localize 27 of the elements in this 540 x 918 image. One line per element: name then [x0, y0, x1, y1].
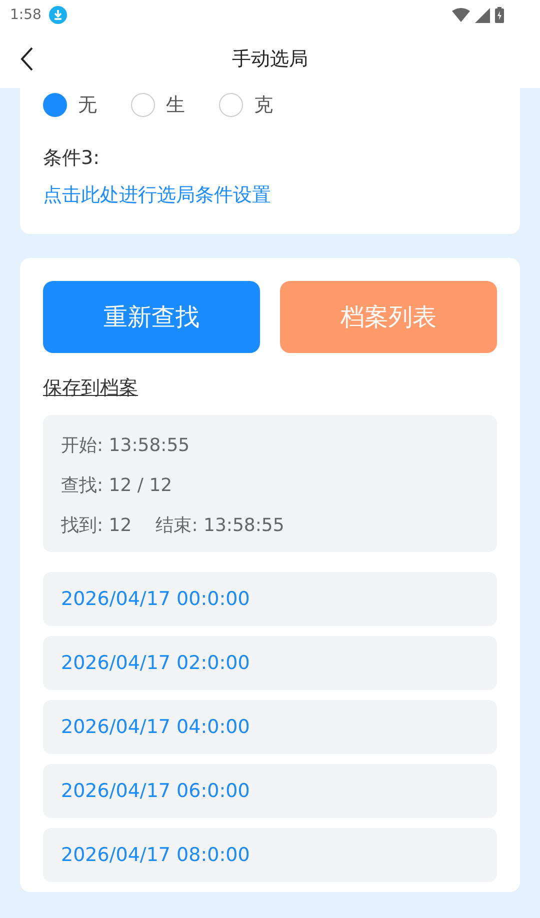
- radio-button[interactable]: [131, 93, 155, 117]
- info-text: 查找: 12 / 12: [61, 474, 172, 497]
- back-icon[interactable]: [20, 47, 34, 71]
- status-time: 1:58: [10, 7, 42, 23]
- download-icon: [49, 6, 68, 24]
- action-button[interactable]: 重新查找: [43, 281, 260, 353]
- info-text: 结束: 13:58:55: [156, 514, 284, 537]
- radio-label: 生: [166, 93, 185, 118]
- battery-icon: [495, 7, 504, 23]
- result-item[interactable]: 2026/04/17 08:0:00: [43, 828, 497, 882]
- wifi-icon: [452, 8, 470, 22]
- radio-button[interactable]: [43, 93, 67, 117]
- radio-button[interactable]: [219, 93, 243, 117]
- result-item[interactable]: 2026/04/17 04:0:00: [43, 700, 497, 754]
- radio-label: 无: [78, 93, 97, 118]
- page-title: 手动选局: [232, 47, 308, 72]
- condition-label: 条件3:: [43, 146, 100, 171]
- result-item[interactable]: 2026/04/17 00:0:00: [43, 572, 497, 626]
- action-button[interactable]: 档案列表: [280, 281, 497, 353]
- condition-settings-link[interactable]: 点击此处进行选局条件设置: [43, 184, 271, 206]
- info-text: 开始: 13:58:55: [61, 434, 190, 457]
- signal-icon: [475, 8, 490, 22]
- result-item[interactable]: 2026/04/17 06:0:00: [43, 764, 497, 818]
- info-text: 找到: 12: [61, 514, 132, 537]
- result-item[interactable]: 2026/04/17 02:0:00: [43, 636, 497, 690]
- radio-label: 克: [254, 93, 273, 118]
- save-to-archive-link[interactable]: 保存到档案: [43, 377, 138, 399]
